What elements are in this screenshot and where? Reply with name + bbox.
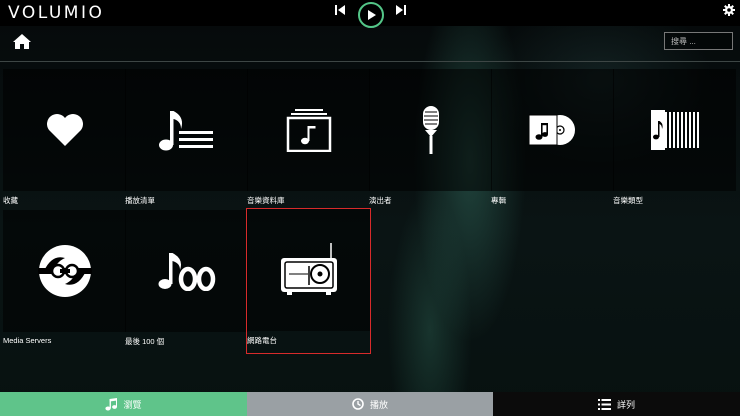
- genre-icon: [650, 110, 699, 150]
- browse-header: [0, 26, 740, 62]
- music-library-icon: [286, 109, 331, 152]
- tab-browse[interactable]: 瀏覽: [0, 392, 247, 416]
- tab-playback[interactable]: 播放: [247, 392, 493, 416]
- tile-media-servers[interactable]: Media Servers: [3, 210, 126, 354]
- heart-icon: [46, 114, 83, 146]
- tile-music-library[interactable]: 音樂資料庫: [247, 69, 370, 213]
- gear-icon[interactable]: [723, 4, 735, 16]
- volumio-logo: VOLUMIO: [8, 3, 105, 23]
- tile-albums[interactable]: 專輯: [491, 69, 614, 213]
- web-radio-icon: [280, 243, 337, 295]
- media-servers-icon: [37, 245, 92, 297]
- tile-art: [491, 69, 614, 191]
- clock-icon: [352, 398, 364, 410]
- tile-art: [125, 210, 248, 332]
- tile-favourites[interactable]: 收藏: [3, 69, 126, 213]
- tab-queue[interactable]: 詳列: [493, 392, 740, 416]
- list-icon: [597, 398, 611, 410]
- tile-art: [247, 209, 370, 331]
- tile-label: 演出者: [369, 196, 392, 205]
- tile-art: [125, 69, 248, 191]
- play-icon: [368, 10, 376, 20]
- tile-artists[interactable]: 演出者: [369, 69, 492, 213]
- album-icon: [528, 114, 575, 146]
- tile-label: 音樂類型: [613, 196, 643, 205]
- tile-label: 播放清單: [125, 196, 155, 205]
- home-icon[interactable]: [12, 33, 32, 50]
- tile-label: 收藏: [3, 196, 18, 205]
- header-divider: [0, 61, 740, 62]
- tab-playback-label: 播放: [369, 399, 388, 410]
- tab-browse-label: 瀏覽: [123, 399, 142, 410]
- tile-web-radio[interactable]: 網路電台: [246, 208, 371, 354]
- tile-label: 最後 100 個: [125, 337, 165, 346]
- tile-art: [3, 210, 126, 332]
- play-button[interactable]: [358, 2, 384, 28]
- tile-art: [369, 69, 492, 191]
- last-100-icon: [158, 253, 215, 291]
- tile-playlists[interactable]: 播放清單: [125, 69, 248, 213]
- tile-label: 網路電台: [247, 336, 277, 345]
- tile-art: [247, 69, 370, 191]
- skip-previous-icon[interactable]: [334, 4, 346, 16]
- music-note-icon: [105, 397, 118, 410]
- microphone-icon: [422, 106, 439, 154]
- tile-label: 專輯: [491, 196, 506, 205]
- playlist-icon: [158, 111, 213, 151]
- tab-queue-label: 詳列: [616, 399, 635, 410]
- tile-art: [3, 69, 126, 191]
- tile-label: Media Servers: [3, 336, 52, 345]
- tile-art: [613, 69, 736, 191]
- tile-genres[interactable]: 音樂類型: [613, 69, 736, 213]
- tile-label: 音樂資料庫: [247, 196, 285, 205]
- search-input[interactable]: [664, 32, 733, 50]
- tile-last-100[interactable]: 最後 100 個: [125, 210, 248, 354]
- top-bar: VOLUMIO: [0, 0, 740, 28]
- skip-next-icon[interactable]: [395, 4, 407, 16]
